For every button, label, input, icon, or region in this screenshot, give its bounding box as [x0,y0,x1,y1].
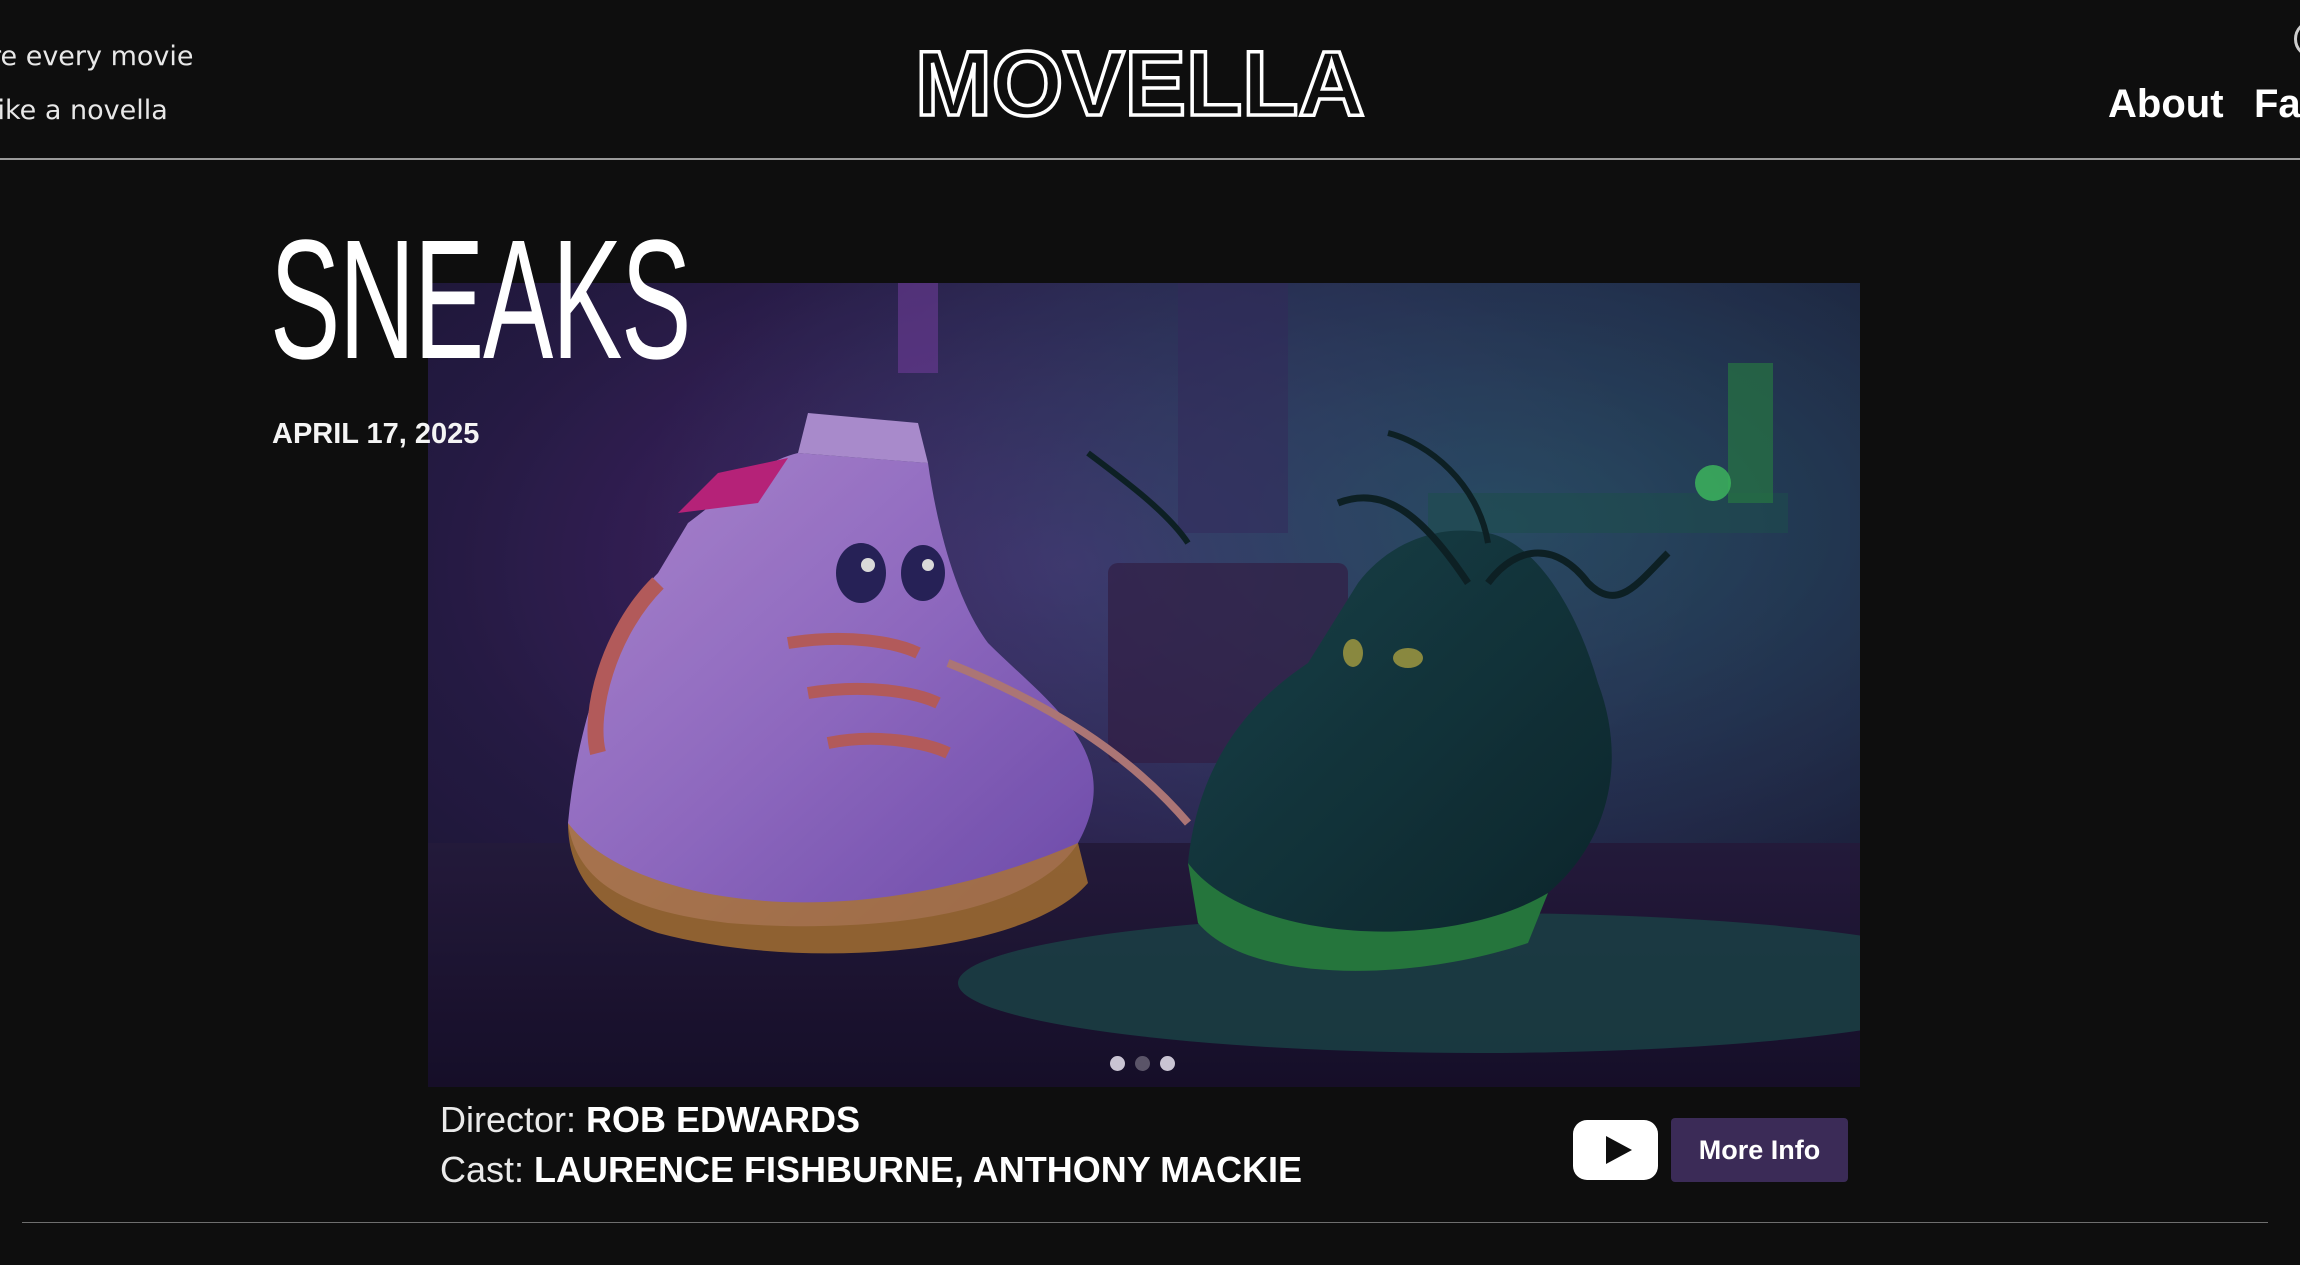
release-date: APRIL 17, 2025 [272,418,480,450]
more-info-button[interactable]: More Info [1671,1118,1848,1182]
cast-names: LAURENCE FISHBURNE, ANTHONY MACKIE [534,1149,1303,1190]
cast-label: Cast: [440,1149,525,1190]
director-label: Director: [440,1099,577,1140]
carousel-indicators [1110,1056,1175,1071]
cast-line: Cast: LAURENCE FISHBURNE, ANTHONY MACKIE [440,1145,1302,1195]
movella-logo[interactable]: MOVELLA [880,30,1400,130]
carousel-dot-2[interactable] [1135,1056,1150,1071]
tagline-line-1: re every movie [0,41,194,72]
nav-favorites[interactable]: Fav [2254,82,2300,127]
movie-credits: Director: ROB EDWARDS Cast: LAURENCE FIS… [440,1095,1302,1195]
movie-title: SNEAKS [270,205,691,395]
tagline-line-2: like a novella [0,95,168,126]
user-icon[interactable] [2294,20,2300,58]
director-name: ROB EDWARDS [586,1099,861,1140]
section-divider [22,1222,2268,1223]
nav-about[interactable]: About [2108,82,2224,127]
logo-text: MOVELLA [915,33,1365,130]
tagline: re every movie like a novella [0,30,193,138]
youtube-play-icon[interactable] [1573,1120,1658,1180]
carousel-dot-3[interactable] [1160,1056,1175,1071]
header-divider [0,158,2300,160]
carousel-dot-1[interactable] [1110,1056,1125,1071]
featured-image[interactable] [428,283,1860,1087]
director-line: Director: ROB EDWARDS [440,1095,1302,1145]
